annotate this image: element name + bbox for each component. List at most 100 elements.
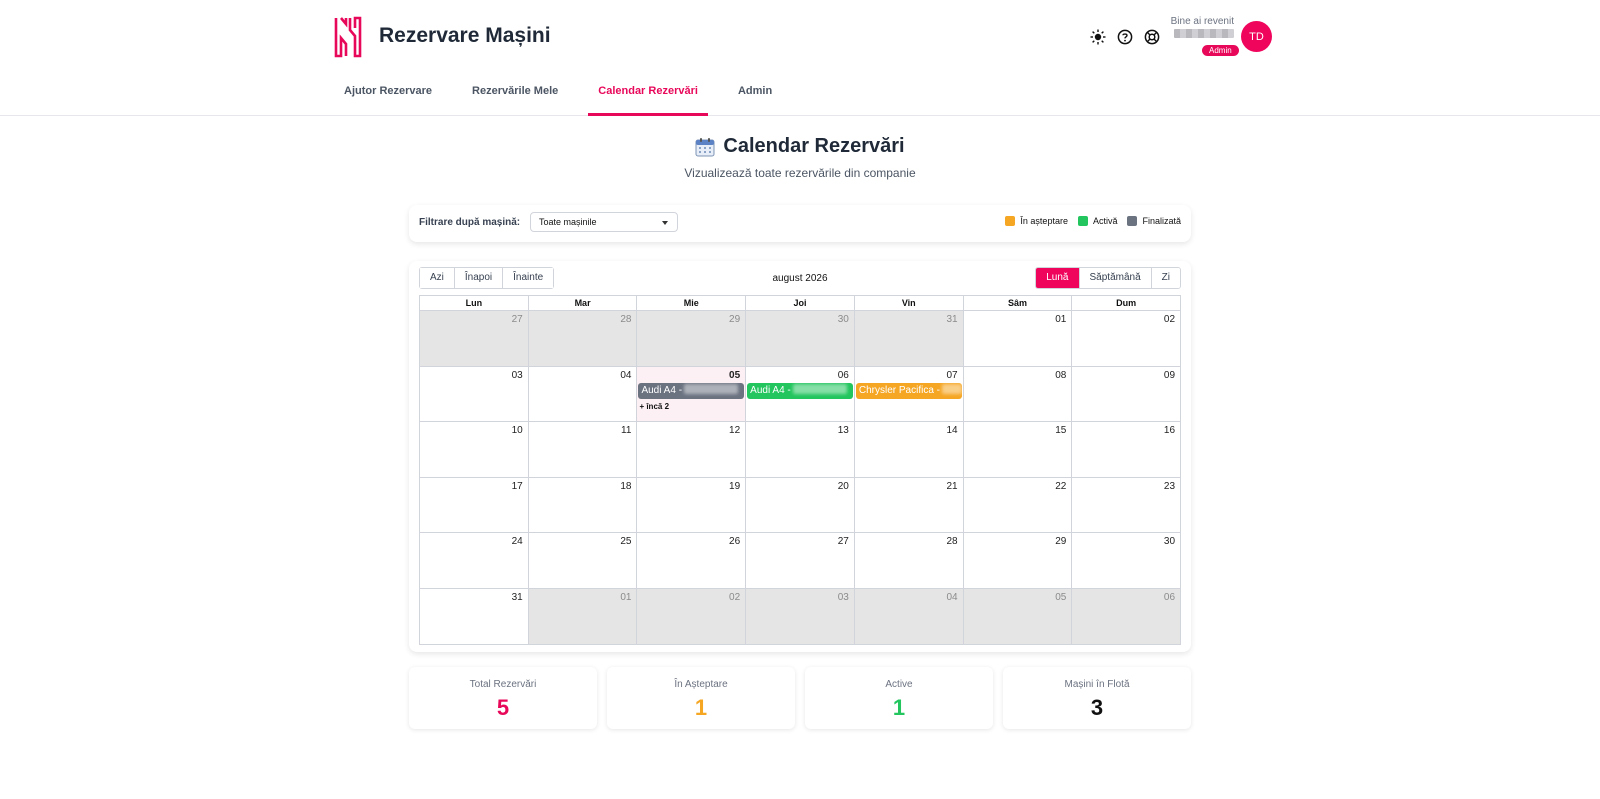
filter-label: Filtrare după mașină: [419, 217, 521, 228]
day-cell[interactable]: 05 [963, 588, 1073, 644]
day-cell[interactable]: 31 [420, 588, 529, 644]
day-number: 12 [729, 425, 741, 436]
day-cell[interactable]: 31 [854, 311, 964, 366]
day-cell[interactable]: 01 [964, 311, 1073, 366]
day-number: 02 [1163, 314, 1176, 325]
day-cell[interactable]: 04 [529, 366, 638, 421]
day-cell[interactable]: 15 [964, 422, 1073, 477]
legend-item-pending: În așteptare [1005, 216, 1068, 226]
day-number: 27 [837, 536, 849, 547]
day-cell[interactable]: 03 [420, 366, 529, 421]
day-cell[interactable]: 04 [854, 588, 964, 644]
user-avatar[interactable]: TD [1241, 21, 1272, 52]
stat-label: Mașini în Flotă [1064, 679, 1130, 690]
stat-label: Total Rezervări [469, 679, 537, 690]
tab-rezervarile-mele[interactable]: Rezervările Mele [462, 70, 568, 116]
support-lifebuoy-icon[interactable] [1142, 27, 1162, 47]
event-label: Audi A4 - [750, 384, 791, 396]
day-cell[interactable]: 29 [637, 311, 747, 366]
car-filter-select[interactable]: Toate mașinile [530, 212, 678, 232]
filter-bar: Filtrare după mașină: Toate mașinile În … [409, 205, 1191, 242]
brand-logo-icon[interactable] [334, 16, 362, 58]
stat-label: Active [885, 679, 913, 690]
day-cell[interactable]: 03 [746, 588, 855, 644]
event-chrysler-pacifica-pending[interactable]: Chrysler Pacifica - [855, 382, 962, 399]
day-number: 31 [511, 591, 523, 603]
day-cell[interactable]: 21 [855, 477, 964, 532]
day-number: 30 [837, 314, 849, 325]
day-cell[interactable]: 28 [855, 533, 964, 588]
day-number: 05 [729, 369, 741, 381]
day-cell[interactable]: 30 [746, 311, 855, 366]
view-day-button[interactable]: Zi [1151, 268, 1180, 288]
tab-ajutor-rezervare[interactable]: Ajutor Rezervare [334, 70, 442, 116]
day-cell[interactable]: 11 [529, 422, 638, 477]
day-cell[interactable]: 22 [964, 477, 1073, 532]
day-cell[interactable]: 09 [1072, 367, 1180, 422]
day-cell[interactable]: 26 [637, 533, 747, 588]
month-grid: Lun Mar Mie Joi Vin Sâm Dum 27 28 29 30 … [419, 295, 1181, 645]
more-events-link[interactable]: + încă 2 [639, 402, 669, 411]
day-cell[interactable]: 12 [637, 422, 747, 477]
main-nav-tabs: Ajutor Rezervare Rezervările Mele Calend… [334, 70, 802, 116]
day-cell[interactable]: 16 [1072, 422, 1180, 477]
day-number: 26 [729, 536, 741, 547]
day-cell[interactable]: 24 [420, 533, 529, 588]
stat-value: 3 [1090, 695, 1104, 720]
event-label: Audi A4 - [641, 384, 683, 396]
week-row: 10 11 12 13 14 15 16 [420, 422, 1180, 478]
day-number: 29 [1055, 536, 1067, 547]
day-number: 17 [511, 480, 523, 492]
app-title: Rezervare Mașini [379, 24, 551, 47]
day-cell[interactable]: 30 [1072, 533, 1180, 588]
legend-item-active: Activă [1077, 216, 1117, 226]
day-cell[interactable]: 06 [1072, 588, 1181, 644]
page-title: Calendar Rezervări [0, 135, 1600, 158]
day-number: 11 [621, 425, 632, 436]
view-month-button[interactable]: Lună [1036, 268, 1080, 288]
day-cell[interactable]: 08 [964, 366, 1073, 421]
day-number: 24 [511, 536, 523, 547]
theme-toggle-sun-icon[interactable] [1088, 27, 1108, 47]
day-cell[interactable]: 27 [420, 311, 529, 366]
day-cell[interactable]: 17 [420, 477, 529, 532]
stat-card-total: Total Rezervări 5 [409, 667, 597, 729]
day-number: 02 [729, 591, 741, 603]
tab-admin[interactable]: Admin [728, 70, 782, 116]
help-question-icon[interactable] [1115, 27, 1135, 47]
day-cell[interactable]: 20 [746, 477, 855, 532]
day-cell[interactable]: 07 Chrysler Pacifica - [855, 366, 964, 421]
role-badge: Admin [1202, 45, 1239, 56]
day-cell[interactable]: 01 [528, 588, 638, 644]
day-cell[interactable]: 06 Audi A4 - [746, 366, 855, 421]
day-cell[interactable]: 28 [528, 311, 638, 366]
week-row: 17 18 19 20 21 22 23 [420, 477, 1180, 533]
event-audi-a4-finished[interactable]: Audi A4 - [638, 382, 745, 399]
day-cell[interactable]: 10 [420, 422, 529, 477]
legend-item-finished: Finalizată [1127, 216, 1181, 226]
day-cell[interactable]: 29 [964, 533, 1073, 588]
tab-calendar-rezervari[interactable]: Calendar Rezervări [588, 70, 708, 116]
day-cell[interactable]: 19 [637, 477, 747, 532]
stat-value: 1 [892, 695, 906, 720]
stat-label: În Așteptare [674, 679, 728, 690]
status-legend: În așteptare Activă Finalizată [1005, 216, 1181, 226]
day-cell[interactable]: 27 [746, 533, 855, 588]
day-cell[interactable]: 13 [746, 422, 855, 477]
day-cell[interactable]: 14 [855, 422, 964, 477]
day-cell[interactable]: 23 [1072, 478, 1180, 533]
calendar-view-buttons: Lună Săptămână Zi [1035, 267, 1181, 289]
weekday-header: Mar [529, 296, 638, 310]
day-cell[interactable]: 02 [1072, 311, 1180, 366]
legend-swatch-active [1077, 216, 1088, 226]
day-cell-today[interactable]: 05 Audi A4 - + încă 2 [637, 366, 747, 421]
day-cell[interactable]: 25 [529, 533, 638, 588]
day-number: 04 [620, 369, 632, 381]
calendar-card: Azi Înapoi Înainte august 2026 Lună Săpt… [409, 261, 1191, 652]
view-week-button[interactable]: Săptămână [1079, 268, 1152, 288]
day-number: 28 [946, 536, 958, 547]
day-number: 07 [946, 369, 958, 381]
event-audi-a4-active[interactable]: Audi A4 - [747, 382, 853, 399]
day-cell[interactable]: 02 [637, 588, 747, 644]
day-cell[interactable]: 18 [529, 477, 638, 532]
